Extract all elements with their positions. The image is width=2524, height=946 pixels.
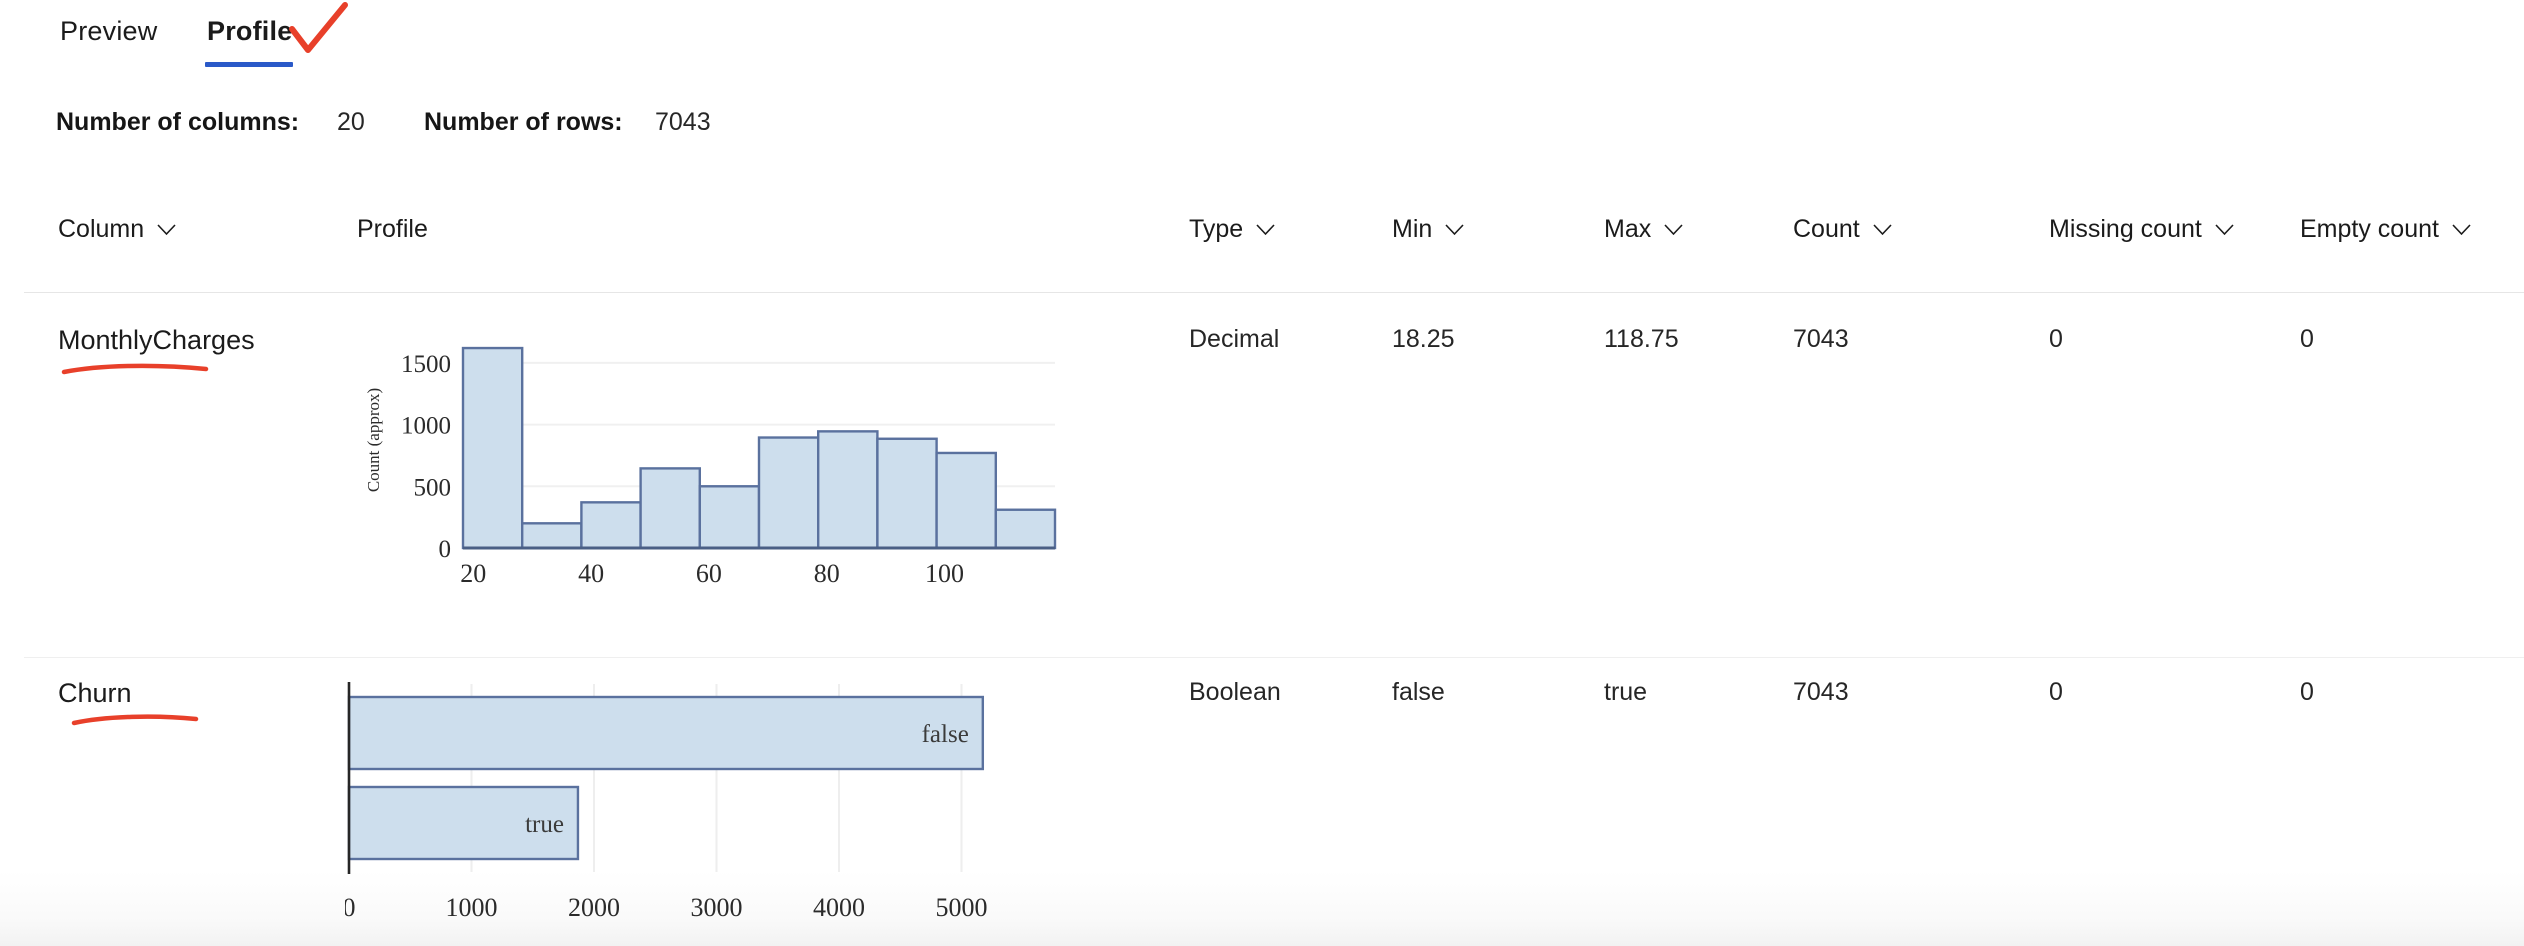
chevron-down-icon[interactable] — [1256, 223, 1275, 236]
y-axis-tick-label: 500 — [414, 474, 452, 501]
cell-empty-count: 0 — [2300, 325, 2314, 353]
column-header-column[interactable]: Column — [58, 215, 176, 244]
x-axis-tick-label: 3000 — [691, 893, 743, 922]
cell-column-name: Churn — [58, 678, 132, 708]
y-axis-tick-label: 0 — [439, 536, 452, 563]
x-axis-tick-label: 60 — [696, 559, 722, 588]
chevron-down-icon[interactable] — [2215, 223, 2234, 236]
histogram-bar[interactable] — [520, 522, 583, 550]
cell-missing-count: 0 — [2049, 678, 2063, 706]
dataset-summary: Number of columns: 20 Number of rows: 70… — [0, 108, 2524, 148]
column-header-count-label: Count — [1793, 215, 1860, 243]
x-axis-tick-label: 5000 — [936, 893, 988, 922]
red-underline-annotation — [71, 714, 199, 726]
column-header-empty-count[interactable]: Empty count — [2300, 215, 2471, 244]
histogram-bar[interactable] — [580, 501, 642, 550]
x-axis-tick-label: 40 — [578, 559, 604, 588]
column-header-max[interactable]: Max — [1604, 215, 1683, 244]
column-header-missing-count-label: Missing count — [2049, 215, 2202, 243]
profile-panel: Preview Profile Number of columns: 20 Nu… — [0, 0, 2524, 946]
y-axis-title: Count (approx) — [364, 388, 383, 492]
chevron-down-icon[interactable] — [2452, 223, 2471, 236]
x-axis-tick-label: 0 — [345, 893, 356, 922]
cell-empty-count: 0 — [2300, 678, 2314, 706]
chevron-down-icon[interactable] — [157, 223, 176, 236]
column-header-profile-label: Profile — [357, 215, 428, 243]
chevron-down-icon[interactable] — [1873, 223, 1892, 236]
header-divider — [24, 292, 2524, 293]
table-header-row: Column Profile Type Min Max Count Missin… — [0, 215, 2524, 293]
row-divider — [24, 657, 2524, 658]
monthlycharges-histogram-chart: 0 500 1000 1500 20 40 60 80 100 Count (approx) — [345, 320, 1145, 620]
x-axis-tick-label: 1000 — [446, 893, 498, 922]
x-axis-tick-label: 4000 — [813, 893, 865, 922]
chevron-down-icon[interactable] — [1445, 223, 1464, 236]
histogram-bar[interactable] — [698, 485, 761, 550]
histogram-bar[interactable] — [639, 467, 702, 550]
cell-min: false — [1392, 678, 1445, 706]
churn-bar-chart: false true 0 1000 2000 3000 4000 5000 — [343, 678, 1145, 946]
bar-value-label: false — [922, 721, 969, 748]
cell-type: Boolean — [1189, 678, 1281, 706]
tab-preview[interactable]: Preview — [58, 12, 159, 51]
y-axis-tick-label: 1500 — [401, 351, 451, 378]
histogram-bar[interactable] — [935, 451, 997, 550]
column-header-min-label: Min — [1392, 215, 1433, 243]
histogram-bar[interactable] — [757, 436, 820, 550]
column-header-profile: Profile — [357, 215, 428, 244]
cell-min: 18.25 — [1392, 325, 1455, 353]
x-axis-tick-label: 2000 — [568, 893, 620, 922]
tab-active-indicator — [205, 62, 293, 67]
x-axis-tick-label: 100 — [925, 559, 964, 588]
churn-bar-svg: false true 0 1000 2000 3000 4000 5000 — [343, 682, 988, 922]
column-header-count[interactable]: Count — [1793, 215, 1892, 244]
category-bar[interactable] — [347, 695, 985, 771]
y-axis-tick-label: 1000 — [401, 413, 451, 440]
histogram-svg: 0 500 1000 1500 20 40 60 80 100 Count (approx) — [364, 346, 1057, 588]
cell-count: 7043 — [1793, 678, 1849, 706]
number-of-rows-label: Number of rows: — [424, 108, 623, 136]
cell-type: Decimal — [1189, 325, 1280, 353]
x-axis-tick-label: 80 — [814, 559, 840, 588]
cell-count: 7043 — [1793, 325, 1849, 353]
tab-strip: Preview Profile — [0, 0, 2524, 78]
column-header-empty-count-label: Empty count — [2300, 215, 2439, 243]
histogram-bar[interactable] — [461, 346, 524, 550]
chevron-down-icon[interactable] — [1664, 223, 1683, 236]
column-header-type-label: Type — [1189, 215, 1244, 243]
cell-max: true — [1604, 678, 1648, 706]
column-header-type[interactable]: Type — [1189, 215, 1275, 244]
column-header-missing-count[interactable]: Missing count — [2049, 215, 2234, 244]
tab-profile[interactable]: Profile — [205, 12, 294, 51]
number-of-columns-value: 20 — [337, 108, 365, 136]
number-of-rows-value: 7043 — [655, 108, 711, 136]
x-axis-tick-label: 20 — [460, 559, 486, 588]
bar-value-label: true — [525, 811, 564, 838]
red-underline-annotation — [61, 363, 209, 375]
number-of-columns-label: Number of columns: — [56, 108, 300, 136]
column-header-min[interactable]: Min — [1392, 215, 1464, 244]
histogram-bar[interactable] — [994, 508, 1057, 550]
column-header-max-label: Max — [1604, 215, 1652, 243]
histogram-bar[interactable] — [817, 430, 879, 550]
cell-missing-count: 0 — [2049, 325, 2063, 353]
cell-column-name: MonthlyCharges — [58, 325, 255, 355]
checkmark-annotation-icon — [289, 2, 348, 53]
cell-max: 118.75 — [1604, 325, 1679, 353]
column-header-column-label: Column — [58, 215, 145, 243]
histogram-bar[interactable] — [876, 437, 938, 550]
